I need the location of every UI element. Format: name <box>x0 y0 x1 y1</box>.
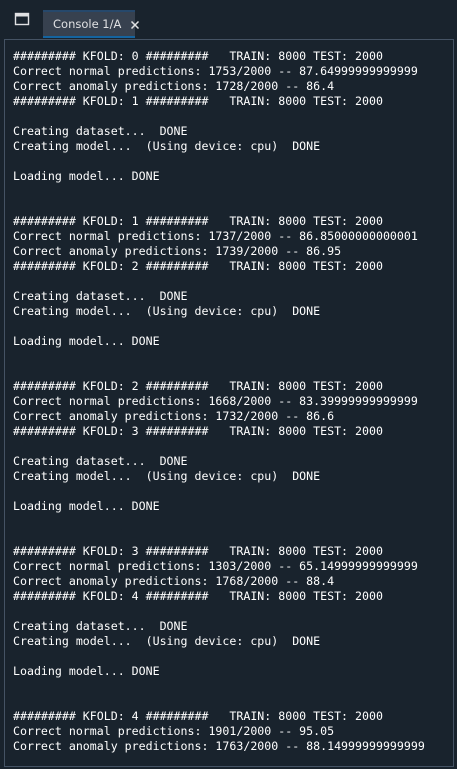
console-output: ######### KFOLD: 0 ######### TRAIN: 8000… <box>13 49 425 754</box>
console-line: ######### KFOLD: 1 ######### TRAIN: 8000… <box>13 94 383 108</box>
console-line: ######### KFOLD: 4 ######### TRAIN: 8000… <box>13 589 383 603</box>
console-line: Creating model... (Using device: cpu) DO… <box>13 634 321 648</box>
console-line: Correct anomaly predictions: 1739/2000 -… <box>13 244 342 258</box>
console-line: Correct normal predictions: 1303/2000 --… <box>13 559 418 573</box>
console-line: Correct normal predictions: 1753/2000 --… <box>13 64 418 78</box>
console-line: Creating dataset... DONE <box>13 454 188 468</box>
console-line: Correct normal predictions: 1737/2000 --… <box>13 229 418 243</box>
console-line: Creating dataset... DONE <box>13 619 188 633</box>
close-icon[interactable] <box>129 18 141 30</box>
console-line: Loading model... DONE <box>13 169 160 183</box>
console-line: Creating model... (Using device: cpu) DO… <box>13 304 321 318</box>
console-line: Correct normal predictions: 1668/2000 --… <box>13 394 418 408</box>
console-line: ######### KFOLD: 3 ######### TRAIN: 8000… <box>13 424 383 438</box>
console-line: Loading model... DONE <box>13 664 160 678</box>
console-line: ######### KFOLD: 1 ######### TRAIN: 8000… <box>13 214 383 228</box>
console-line: Correct anomaly predictions: 1732/2000 -… <box>13 409 335 423</box>
console-line: ######### KFOLD: 2 ######### TRAIN: 8000… <box>13 259 383 273</box>
console-line: ######### KFOLD: 3 ######### TRAIN: 8000… <box>13 544 383 558</box>
console-line: Correct normal predictions: 1901/2000 --… <box>13 724 335 738</box>
console-line: Correct anomaly predictions: 1763/2000 -… <box>13 739 425 753</box>
tab-bar: Console 1/A <box>0 0 457 38</box>
console-line: Creating model... (Using device: cpu) DO… <box>13 469 321 483</box>
console-line: Creating model... (Using device: cpu) DO… <box>13 139 321 153</box>
console-line: ######### KFOLD: 2 ######### TRAIN: 8000… <box>13 379 383 393</box>
window-icon[interactable] <box>14 11 30 27</box>
console-output-area[interactable]: ######### KFOLD: 0 ######### TRAIN: 8000… <box>4 39 454 767</box>
tab-label: Console 1/A <box>53 17 122 31</box>
console-line: ######### KFOLD: 4 ######### TRAIN: 8000… <box>13 709 383 723</box>
ipython-console-pane: Console 1/A ######### KFOLD: 0 #########… <box>0 0 457 769</box>
console-line: Loading model... DONE <box>13 499 160 513</box>
console-line: ######### KFOLD: 0 ######### TRAIN: 8000… <box>13 49 383 63</box>
tab-console[interactable]: Console 1/A <box>43 10 140 38</box>
console-line: Correct anomaly predictions: 1728/2000 -… <box>13 79 335 93</box>
console-line: Creating dataset... DONE <box>13 289 188 303</box>
console-line: Creating dataset... DONE <box>13 124 188 138</box>
console-line: Loading model... DONE <box>13 334 160 348</box>
console-line: Correct anomaly predictions: 1768/2000 -… <box>13 574 335 588</box>
